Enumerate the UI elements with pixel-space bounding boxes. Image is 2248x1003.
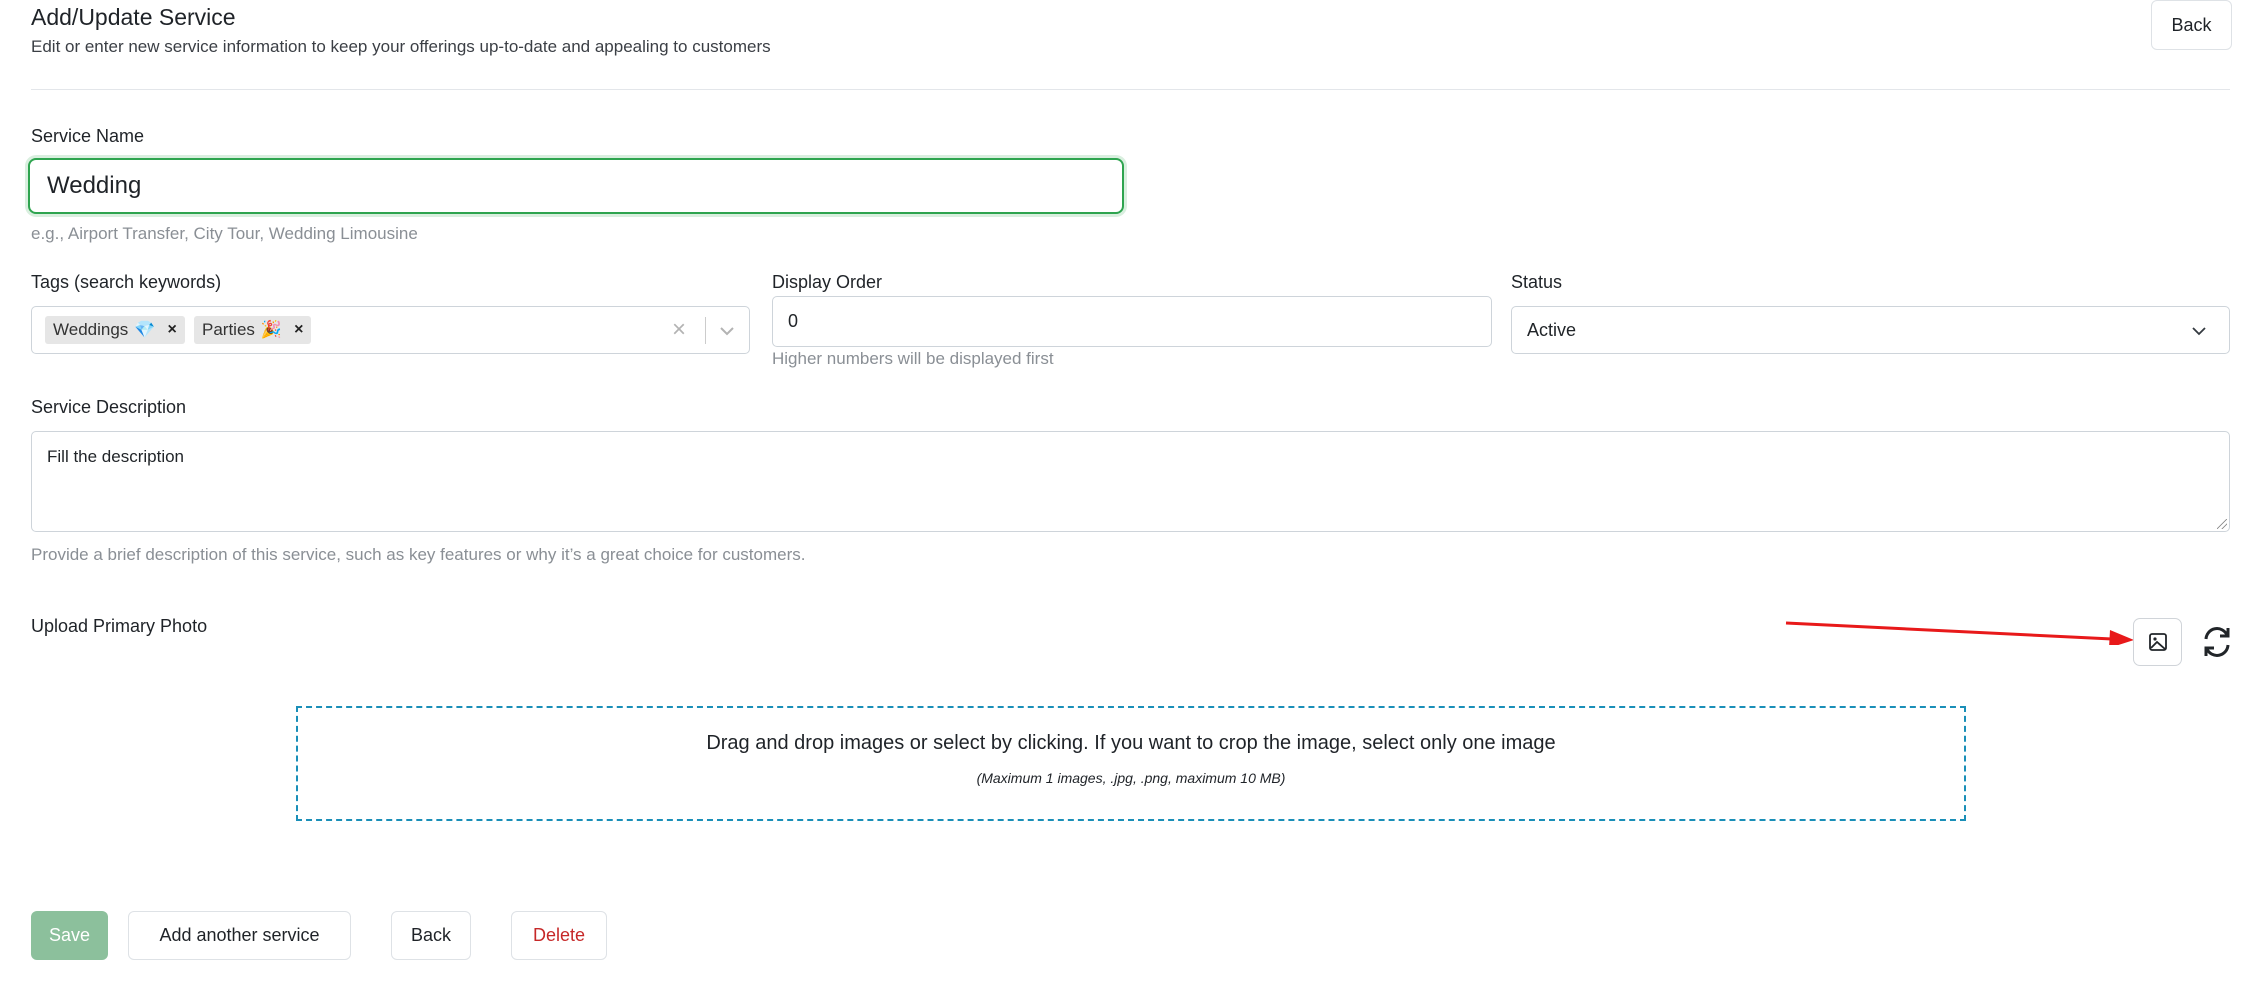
page-title: Add/Update Service	[31, 4, 236, 30]
tags-label: Tags (search keywords)	[31, 272, 222, 292]
tag-remove-icon[interactable]: ×	[167, 321, 176, 339]
description-help: Provide a brief description of this serv…	[31, 545, 806, 564]
select-separator	[705, 317, 706, 344]
description-textarea[interactable]: Fill the description	[31, 431, 2230, 532]
delete-button[interactable]: Delete	[511, 911, 607, 960]
service-name-label: Service Name	[31, 126, 145, 146]
refresh-icon[interactable]	[2199, 624, 2235, 660]
header-divider	[31, 89, 2230, 90]
status-select[interactable]: Active	[1511, 306, 2230, 354]
dropzone-hint: (Maximum 1 images, .jpg, .png, maximum 1…	[976, 770, 1286, 786]
resize-handle[interactable]	[2217, 519, 2227, 529]
service-name-help: e.g., Airport Transfer, City Tour, Weddi…	[31, 224, 418, 243]
clear-tags-icon[interactable]: ×	[672, 316, 686, 344]
status-label: Status	[1511, 272, 1563, 292]
image-icon	[2148, 633, 2167, 651]
display-order-help: Higher numbers will be displayed first	[772, 349, 1054, 368]
tag-chip-label: Parties	[202, 320, 255, 339]
tag-chip-label: Weddings	[53, 320, 129, 339]
tag-remove-icon[interactable]: ×	[294, 321, 303, 339]
chevron-down-icon[interactable]	[718, 324, 736, 338]
page-subtitle: Edit or enter new service information to…	[31, 37, 771, 56]
footer-back-button[interactable]: Back	[391, 911, 471, 960]
status-selected-value: Active	[1527, 319, 1577, 340]
description-text: Fill the description	[47, 447, 185, 466]
display-order-label: Display Order	[772, 272, 883, 292]
party-popper-icon: 🎉	[260, 320, 283, 339]
tag-chip-parties: Parties 🎉 ×	[194, 316, 312, 344]
add-another-service-button[interactable]: Add another service	[128, 911, 351, 960]
header-back-button[interactable]: Back	[2151, 0, 2232, 50]
tag-chip-weddings: Weddings 💎 ×	[45, 316, 185, 344]
image-dropzone[interactable]: Drag and drop images or select by clicki…	[296, 706, 1966, 821]
dropzone-text: Drag and drop images or select by clicki…	[706, 732, 1556, 754]
gem-icon: 💎	[134, 320, 156, 339]
annotation-arrow	[1785, 621, 2134, 645]
save-button[interactable]: Save	[31, 911, 108, 960]
description-label: Service Description	[31, 397, 187, 417]
chevron-down-icon	[2192, 327, 2206, 336]
upload-photo-label: Upload Primary Photo	[31, 616, 208, 636]
tags-select[interactable]: Weddings 💎 × Parties 🎉 × ×	[31, 306, 750, 354]
service-name-input[interactable]: Wedding	[28, 158, 1124, 214]
display-order-input[interactable]: 0	[772, 296, 1492, 347]
image-picker-button[interactable]	[2133, 618, 2182, 666]
